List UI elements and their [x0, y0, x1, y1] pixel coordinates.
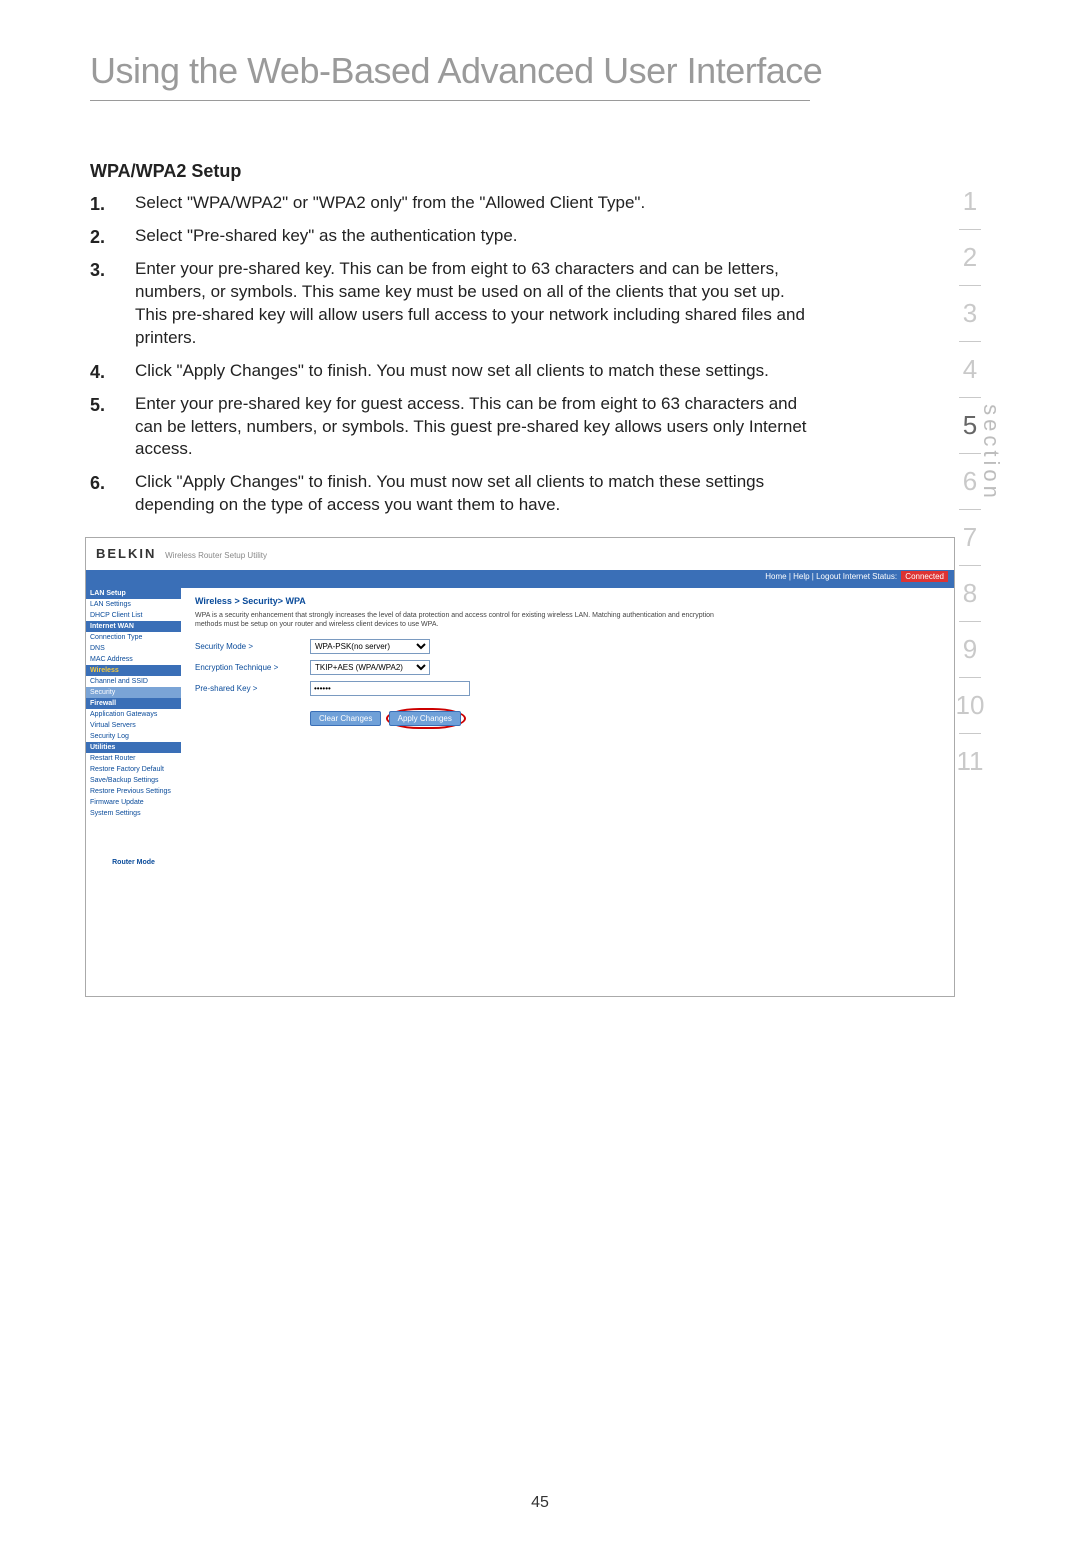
router-sidebar: LAN SetupLAN SettingsDHCP Client ListInt…: [86, 588, 181, 996]
section-nav-divider: [959, 285, 981, 286]
sidebar-item[interactable]: Application Gateways: [86, 709, 181, 720]
psk-label: Pre-shared Key >: [195, 684, 310, 693]
section-nav-divider: [959, 509, 981, 510]
sidebar-item[interactable]: LAN Settings: [86, 599, 181, 610]
step-item: Select "Pre-shared key" as the authentic…: [90, 225, 810, 248]
router-header: BELKIN Wireless Router Setup Utility: [86, 538, 954, 570]
section-nav-9[interactable]: 9: [954, 628, 986, 671]
wpa-description: WPA is a security enhancement that stron…: [195, 612, 715, 629]
router-ui-screenshot: BELKIN Wireless Router Setup Utility Hom…: [85, 537, 955, 997]
security-mode-select[interactable]: WPA-PSK(no server): [310, 639, 430, 654]
title-rule: [90, 100, 810, 101]
security-mode-label: Security Mode >: [195, 642, 310, 651]
encryption-label: Encryption Technique >: [195, 663, 310, 672]
router-main: Wireless > Security> WPA WPA is a securi…: [181, 588, 954, 996]
sidebar-item[interactable]: Restart Router: [86, 753, 181, 764]
page-title: Using the Web-Based Advanced User Interf…: [90, 50, 1000, 92]
psk-input[interactable]: [310, 681, 470, 696]
section-nav-11[interactable]: 11: [954, 740, 986, 783]
step-item: Click "Apply Changes" to finish. You mus…: [90, 360, 810, 383]
section-nav-3[interactable]: 3: [954, 292, 986, 335]
sidebar-group-header: LAN Setup: [86, 588, 181, 599]
encryption-select[interactable]: TKIP+AES (WPA/WPA2): [310, 660, 430, 675]
section-nav-divider: [959, 621, 981, 622]
sidebar-group-header: Firewall: [86, 698, 181, 709]
sidebar-group-header: Wireless: [86, 665, 181, 676]
section-nav-divider: [959, 229, 981, 230]
apply-highlight-circle: Apply Changes: [386, 708, 466, 729]
section-nav-7[interactable]: 7: [954, 516, 986, 559]
sidebar-item[interactable]: Security: [86, 687, 181, 698]
section-nav-10[interactable]: 10: [954, 684, 986, 727]
sidebar-item[interactable]: Restore Previous Settings: [86, 786, 181, 797]
sidebar-item[interactable]: Firmware Update: [86, 797, 181, 808]
section-nav-divider: [959, 565, 981, 566]
section-nav-8[interactable]: 8: [954, 572, 986, 615]
steps-list: Select "WPA/WPA2" or "WPA2 only" from th…: [90, 192, 810, 517]
section-nav-divider: [959, 733, 981, 734]
section-heading: WPA/WPA2 Setup: [90, 161, 810, 182]
clear-changes-button[interactable]: Clear Changes: [310, 711, 381, 726]
step-item: Enter your pre-shared key for guest acce…: [90, 393, 810, 462]
router-model: Wireless Router Setup Utility: [165, 551, 267, 560]
step-item: Enter your pre-shared key. This can be f…: [90, 258, 810, 350]
sidebar-item[interactable]: DNS: [86, 643, 181, 654]
sidebar-item[interactable]: Connection Type: [86, 632, 181, 643]
content-area: WPA/WPA2 Setup Select "WPA/WPA2" or "WPA…: [90, 161, 810, 997]
sidebar-item[interactable]: Save/Backup Settings: [86, 775, 181, 786]
section-nav-label: section: [978, 404, 1004, 502]
router-topbar: Home | Help | Logout Internet Status: Co…: [86, 570, 954, 588]
router-mode: Router Mode: [86, 859, 181, 866]
section-nav-divider: [959, 677, 981, 678]
router-brand: BELKIN: [96, 546, 156, 561]
section-nav-2[interactable]: 2: [954, 236, 986, 279]
topbar-links[interactable]: Home | Help | Logout Internet Status:: [765, 572, 897, 581]
sidebar-item[interactable]: Security Log: [86, 731, 181, 742]
sidebar-item[interactable]: Virtual Servers: [86, 720, 181, 731]
apply-changes-button[interactable]: Apply Changes: [389, 711, 461, 726]
sidebar-item[interactable]: System Settings: [86, 808, 181, 819]
sidebar-item[interactable]: Channel and SSID: [86, 676, 181, 687]
section-nav-4[interactable]: 4: [954, 348, 986, 391]
page-number: 45: [0, 1494, 1080, 1512]
breadcrumb: Wireless > Security> WPA: [195, 596, 940, 606]
section-nav-1[interactable]: 1: [954, 180, 986, 223]
step-item: Select "WPA/WPA2" or "WPA2 only" from th…: [90, 192, 810, 215]
sidebar-group-header: Internet WAN: [86, 621, 181, 632]
section-nav-divider: [959, 341, 981, 342]
section-nav-divider: [959, 397, 981, 398]
sidebar-group-header: Utilities: [86, 742, 181, 753]
section-nav: section 1234567891011: [940, 180, 1000, 783]
sidebar-item[interactable]: MAC Address: [86, 654, 181, 665]
sidebar-item[interactable]: Restore Factory Default: [86, 764, 181, 775]
step-item: Click "Apply Changes" to finish. You mus…: [90, 471, 810, 517]
sidebar-item[interactable]: DHCP Client List: [86, 610, 181, 621]
